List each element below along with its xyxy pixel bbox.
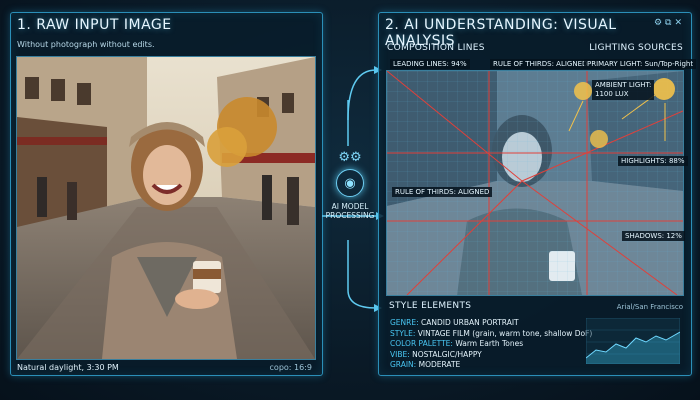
style-item: STYLE: VINTAGE FILM (grain, warm tone, s… — [390, 328, 593, 338]
ambient-light-tag: AMBIENT LIGHT: 1100 LUX — [592, 80, 655, 100]
style-item: GRAIN: MODERATE — [390, 360, 461, 369]
style-heading: STYLE ELEMENTS — [389, 301, 472, 311]
primary-light-tag: PRIMARY LIGHT: Sun/Top-Right — [584, 59, 697, 69]
aspect-ratio-label: copo: 16:9 — [269, 363, 312, 372]
style-item: VIBE: NOSTALGIC/HAPPY — [390, 349, 482, 359]
panel-controls: ⚙⧉✕ — [654, 18, 685, 28]
analysis-image: LEADING LINES: 94% — [386, 70, 684, 296]
shadows-tag: SHADOWS: 12% — [622, 231, 685, 241]
ambient-value: 1100 LUX — [595, 90, 629, 98]
style-item: GENRE: CANDID URBAN PORTRAIT — [390, 318, 519, 327]
rule-of-thirds-top-tag: RULE OF THIRDS: ALIGNED — [490, 59, 591, 69]
settings-icon[interactable]: ⚙ — [654, 18, 665, 28]
mini-area-chart — [586, 318, 680, 364]
style-elements-list: GENRE: CANDID URBAN PORTRAIT STYLE: VINT… — [390, 318, 592, 371]
gears-icon: ⚙⚙ — [338, 150, 362, 165]
rule-of-thirds-left-tag: RULE OF THIRDS: ALIGNED — [392, 187, 493, 197]
lighting-heading: LIGHTING SOURCES — [589, 43, 683, 53]
font-note: Arial/San Francisco — [616, 303, 683, 311]
ambient-label: AMBIENT LIGHT: — [595, 81, 652, 89]
close-icon[interactable]: ✕ — [674, 18, 685, 28]
ai-label-1: AI MODEL — [331, 202, 369, 211]
raw-input-title: 1. RAW INPUT IMAGE — [17, 17, 172, 33]
highlights-tag: HIGHLIGHTS: 88% — [618, 156, 688, 166]
ai-processing-node: ⚙⚙ ◉ AI MODEL PROCESSING — [322, 150, 378, 220]
raw-photo — [16, 56, 316, 360]
composition-heading: COMPOSITION LINES — [387, 43, 485, 53]
leading-lines-tag-top: LEADING LINES: 94% — [390, 59, 470, 69]
ai-label-2: PROCESSING — [325, 211, 375, 220]
photo-caption: Natural daylight, 3:30 PM — [17, 363, 119, 372]
raw-input-subtitle: Without photograph without edits. — [17, 40, 155, 49]
brain-icon: ◉ — [336, 169, 364, 197]
style-item: COLOR PALETTE: Warm Earth Tones — [390, 339, 524, 348]
